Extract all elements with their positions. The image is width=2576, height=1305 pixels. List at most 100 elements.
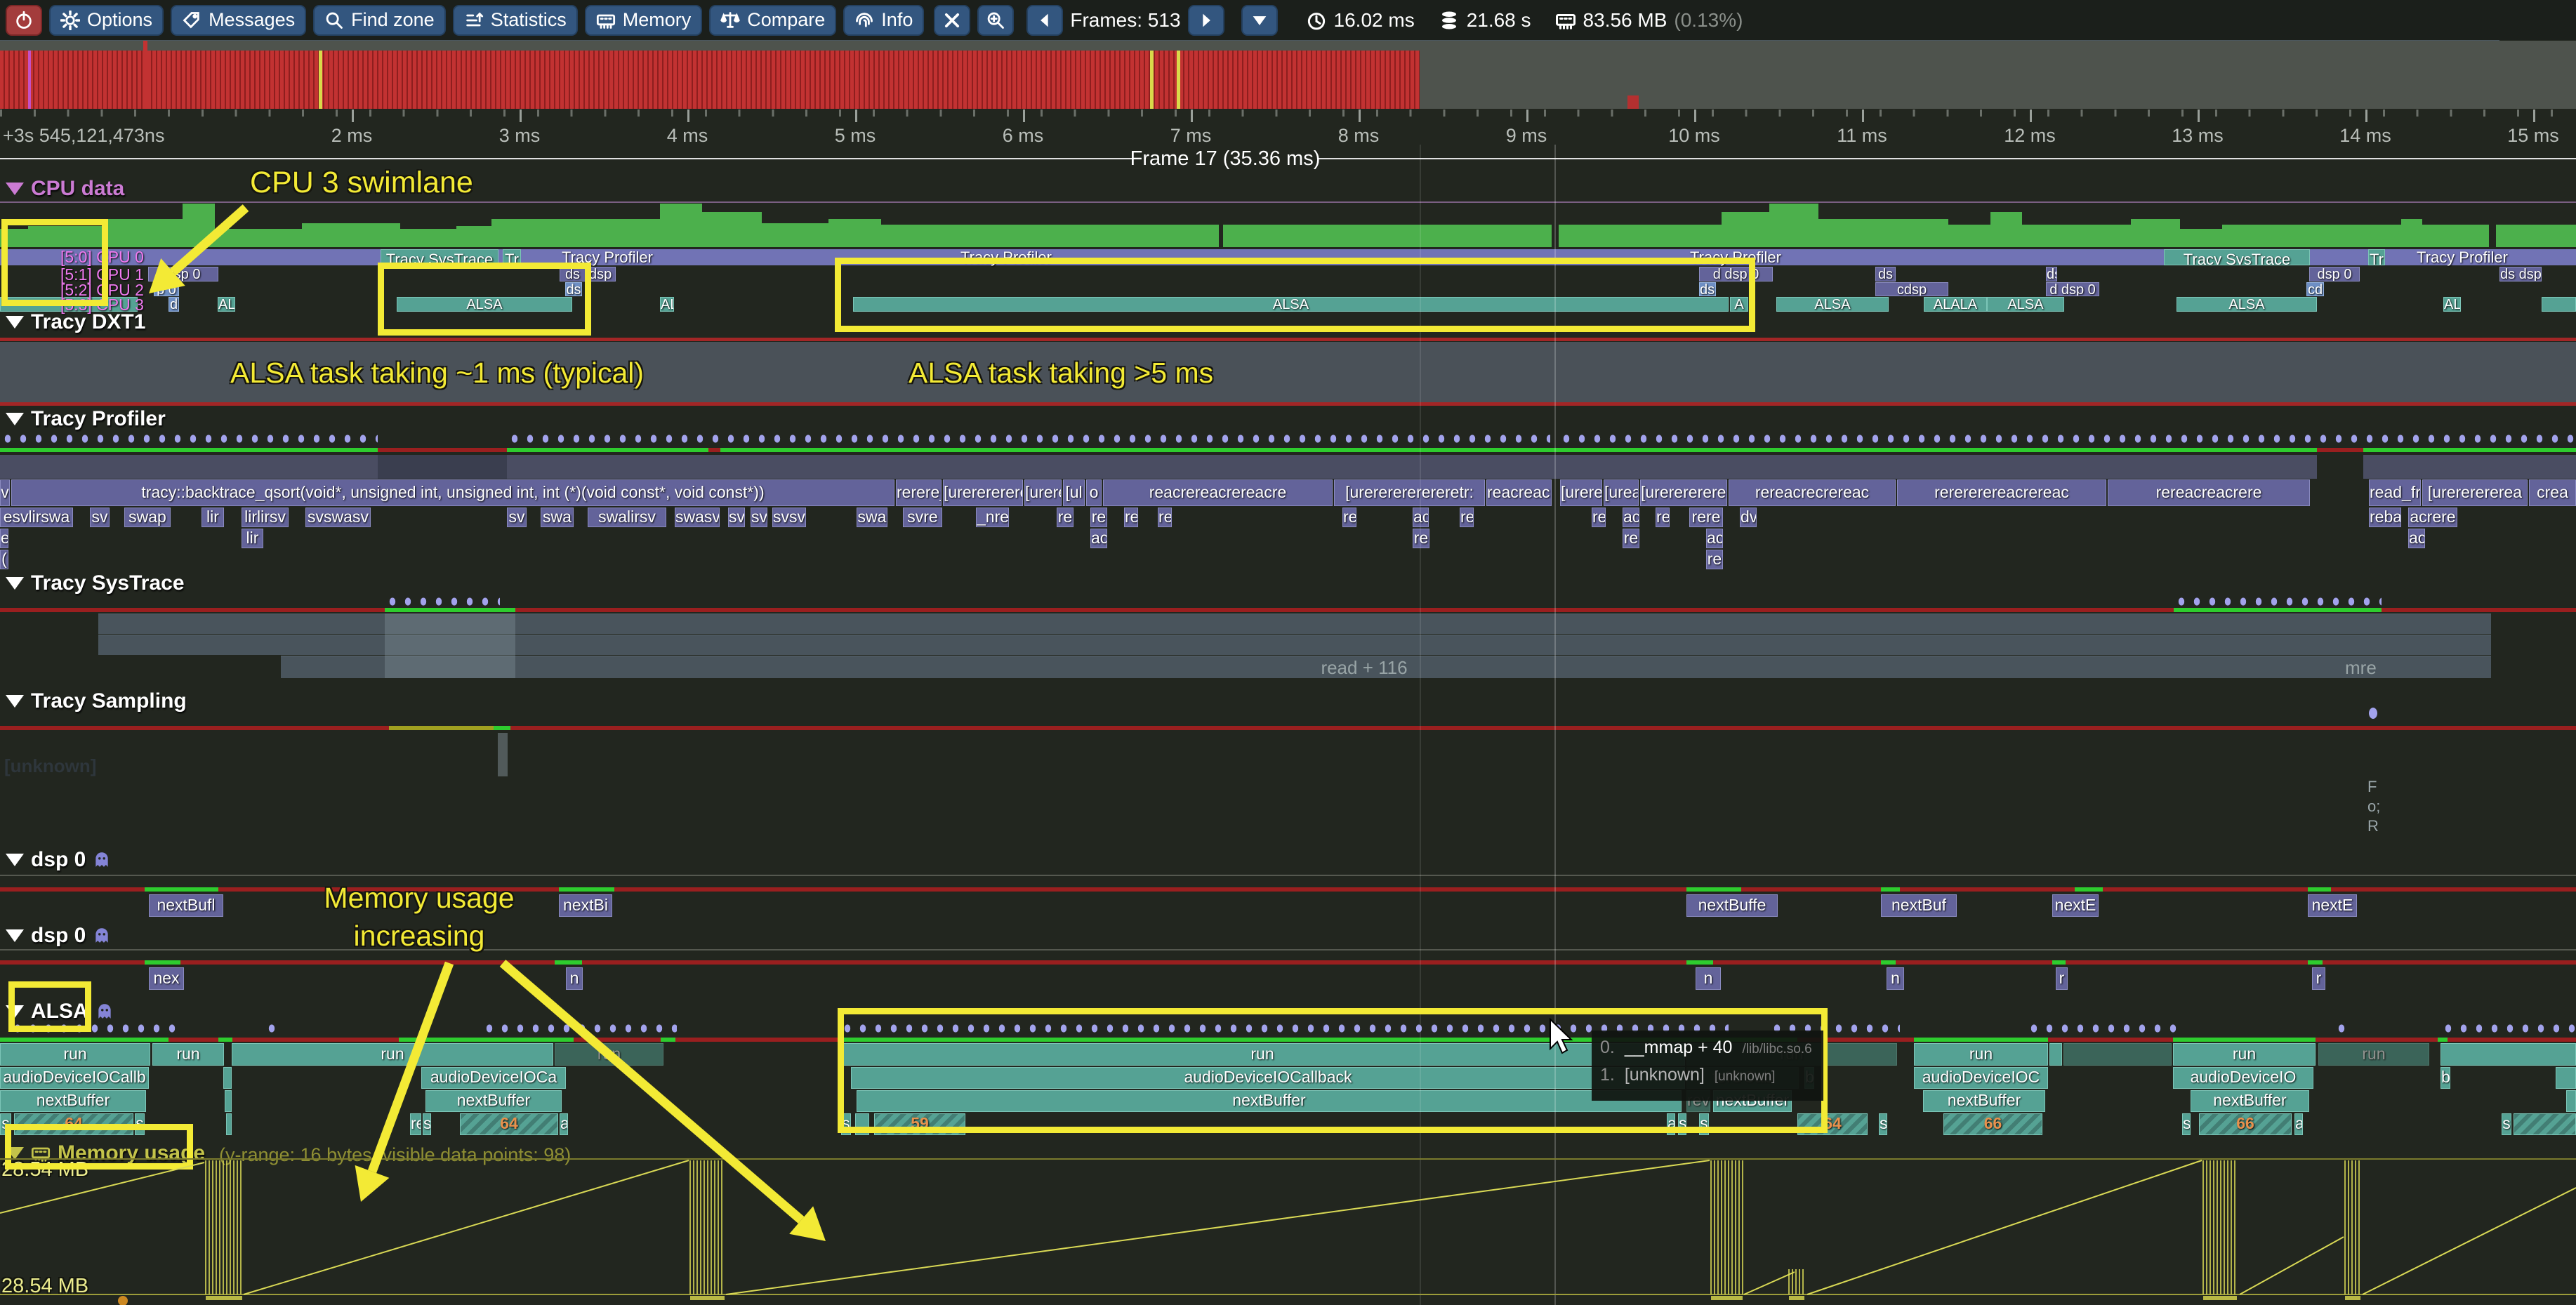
dsp-zone[interactable]: nextBuffe [1686, 894, 1778, 917]
profiler-zone[interactable]: sv [728, 508, 745, 527]
profiler-zone[interactable]: ac [2408, 529, 2425, 548]
alsa-nextbuffer-zone[interactable] [2566, 1090, 2576, 1112]
profiler-zone[interactable]: re [1460, 508, 1474, 527]
cpu2-zone[interactable]: cd [2306, 282, 2324, 296]
section-header-dsp0-first[interactable]: dsp 0 [6, 848, 111, 872]
profiler-zone[interactable]: swap [124, 508, 171, 527]
profiler-zone[interactable]: [ureac [1604, 479, 1639, 506]
cpu0-zone[interactable]: Tr [2368, 249, 2385, 265]
options-button[interactable]: Options [49, 5, 164, 36]
cpu1-zone[interactable]: ds dsp 0 [2499, 267, 2542, 281]
messages-button[interactable]: Messages [171, 5, 306, 36]
profiler-zone[interactable]: ( [0, 550, 8, 569]
cpu3-zone[interactable]: d [169, 297, 179, 312]
dsp-zone[interactable]: n [1696, 967, 1721, 990]
profiler-zone[interactable]: _nre [976, 508, 1009, 527]
profiler-zone[interactable]: [urererererereretr: [1334, 479, 1485, 506]
statistics-button[interactable]: Statistics [453, 5, 578, 36]
profiler-zone[interactable]: sv [751, 508, 767, 527]
alsa-child-zone[interactable]: 66 [1943, 1113, 2042, 1135]
profiler-zone[interactable]: reacreacreac [1486, 479, 1552, 506]
profiler-zone[interactable]: o [1086, 479, 1102, 506]
dsp-zone[interactable]: nextBuf [1881, 894, 1957, 917]
profiler-zone[interactable]: swa [857, 508, 887, 527]
dsp-zone[interactable]: nextBufl [149, 894, 223, 917]
memory-button[interactable]: Memory [585, 5, 703, 36]
alsa-run-zone[interactable] [2063, 1043, 2172, 1066]
profiler-zone[interactable]: swasv [675, 508, 720, 527]
profiler-zone[interactable]: [urererererea [2422, 479, 2528, 506]
profiler-zone[interactable]: ac [1706, 529, 1723, 548]
profiler-zone[interactable]: svre [903, 508, 942, 527]
alsa-callback-zone[interactable]: audioDeviceIOCallb [0, 1067, 149, 1089]
profiler-zone[interactable]: [urerererereac [1640, 479, 1727, 506]
profiler-zone[interactable]: re [1623, 529, 1639, 548]
alsa-nextbuffer-zone[interactable]: nextBuffer [1923, 1090, 2045, 1112]
cpu3-zone[interactable]: ALS [218, 297, 235, 312]
cpu1-zone[interactable]: ds [1875, 267, 1896, 281]
alsa-callback-zone[interactable]: b [2440, 1067, 2450, 1089]
profiler-zone[interactable]: acrere [2408, 508, 2457, 527]
section-header-systrace[interactable]: Tracy SysTrace [6, 571, 185, 595]
section-header-cpu-data[interactable]: CPU data [6, 177, 124, 201]
profiler-zone[interactable]: sv [90, 508, 110, 527]
alsa-callback-zone[interactable] [2556, 1067, 2576, 1089]
frames-overview-strip[interactable] [0, 41, 2576, 109]
profiler-zone[interactable]: lirlirsv [242, 508, 289, 527]
section-header-dsp0-second[interactable]: dsp 0 [6, 924, 111, 948]
alsa-run-zone[interactable]: run [0, 1043, 150, 1066]
profiler-zone[interactable]: re [1057, 508, 1074, 527]
profiler-zone[interactable]: lir [202, 508, 224, 527]
profiler-zone[interactable]: dv [1740, 508, 1757, 527]
dsp-zone[interactable]: nextBi [559, 894, 612, 917]
dsp-zone[interactable]: n [566, 967, 583, 990]
profiler-zone[interactable]: read_fre [2369, 479, 2421, 506]
profiler-zone[interactable]: tracy::backtrace_qsort(void*, unsigned i… [11, 479, 894, 506]
alsa-callback-zone[interactable]: audioDeviceIO [2173, 1067, 2313, 1089]
alsa-run-zone[interactable]: run [555, 1043, 663, 1066]
power-button[interactable] [6, 5, 42, 36]
dsp-zone[interactable]: nextE [2308, 894, 2357, 917]
profiler-zone[interactable]: reba [2369, 508, 2401, 527]
profiler-zone[interactable]: rereacreacrere [2108, 479, 2310, 506]
profiler-zone[interactable]: swa [541, 508, 574, 527]
profiler-zone[interactable]: re [1413, 529, 1429, 548]
alsa-callback-zone[interactable]: audioDeviceIOCa [421, 1067, 566, 1089]
tools-button[interactable] [934, 5, 970, 36]
cpu3-zone[interactable]: AL [2443, 297, 2461, 312]
cpu3-zone[interactable]: ALSA [2177, 297, 2317, 312]
profiler-zone[interactable]: re [1342, 508, 1356, 527]
alsa-child-zone[interactable]: 64 [460, 1113, 558, 1135]
profiler-zone[interactable]: swalirsv [588, 508, 666, 527]
cpu3-zone[interactable] [2542, 297, 2576, 312]
cpu0-zone[interactable]: Tracy SysTrace [2164, 249, 2310, 265]
profiler-zone[interactable]: rere [1689, 508, 1723, 527]
alsa-child-zone[interactable]: re [410, 1113, 421, 1135]
alsa-child-zone[interactable]: s [1879, 1113, 1887, 1135]
info-button[interactable]: Info [843, 5, 924, 36]
profiler-zone[interactable]: [urererererere [943, 479, 1023, 506]
profiler-zone[interactable]: re [1706, 550, 1723, 569]
alsa-run-zone[interactable] [2440, 1043, 2576, 1066]
alsa-nextbuffer-zone[interactable]: nextBuffer [0, 1090, 146, 1112]
alsa-run-zone[interactable]: run [1914, 1043, 2048, 1066]
alsa-callback-zone[interactable]: audioDeviceIOC [1914, 1067, 2048, 1089]
dsp-zone[interactable]: r [2056, 967, 2068, 990]
section-header-profiler[interactable]: Tracy Profiler [6, 407, 166, 431]
profiler-zone[interactable]: e [0, 529, 8, 548]
profiler-zone[interactable]: [urereac [1024, 479, 1062, 506]
profiler-zone[interactable]: re [1656, 508, 1670, 527]
profiler-zone[interactable]: re [1124, 508, 1138, 527]
alsa-nextbuffer-zone[interactable]: nextBuffer [425, 1090, 562, 1112]
goto-frame-button[interactable] [1241, 5, 1278, 36]
profiler-zone[interactable]: sv [507, 508, 527, 527]
profiler-zone[interactable]: rerererereacrereac [1897, 479, 2106, 506]
dsp-zone[interactable]: nextE [2052, 894, 2099, 917]
profiler-zone[interactable]: re [1592, 508, 1606, 527]
alsa-child-zone[interactable]: s [2502, 1113, 2511, 1135]
cpu2-zone[interactable]: p 0 [154, 282, 179, 296]
alsa-run-zone[interactable]: run [152, 1043, 224, 1066]
cpu2-zone[interactable]: cdsp [1875, 282, 1948, 296]
next-frame-button[interactable] [1188, 5, 1224, 36]
cpu1-zone[interactable]: dsp 0 [588, 267, 616, 281]
